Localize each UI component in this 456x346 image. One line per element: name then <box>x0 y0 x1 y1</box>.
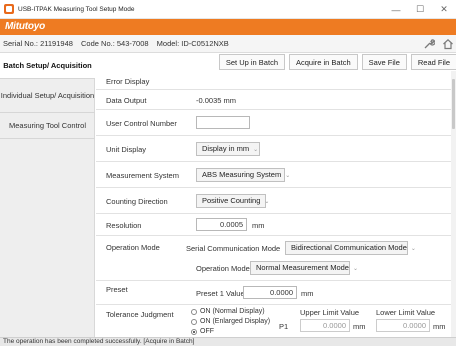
counting-direction-label: Counting Direction <box>106 197 168 206</box>
resolution-input[interactable]: 0.0005 <box>196 218 247 231</box>
op-mode-sub-label: Operation Mode <box>196 264 250 273</box>
chevron-down-icon: ⌄ <box>253 147 259 153</box>
tolerance-off-label: OFF <box>200 328 214 335</box>
sidebar-item-batch-setup[interactable]: Batch Setup/ Acquisition <box>0 53 95 79</box>
user-control-input[interactable] <box>196 116 250 129</box>
error-display-label: Error Display <box>106 77 150 86</box>
radio-unchecked-icon <box>191 318 197 325</box>
chevron-down-icon: ⌄ <box>410 246 416 252</box>
upper-limit-label: Upper Limit Value <box>300 308 360 317</box>
unit-display-label: Unit Display <box>106 145 147 154</box>
row-measurement-system: Measurement System ABS Measuring System ⌄ <box>96 162 451 188</box>
code-number: Code No.: 543-7008 <box>81 39 149 48</box>
measurement-system-value: ABS Measuring System <box>202 170 282 179</box>
set-up-in-batch-button[interactable]: Set Up in Batch <box>218 54 285 70</box>
device-info: Serial No.: 21191948 Code No.: 543-7008 … <box>3 39 235 48</box>
upper-limit-unit: mm <box>353 322 366 331</box>
resolution-label: Resolution <box>106 221 142 230</box>
serial-comm-mode-label: Serial Communication Mode <box>186 244 281 253</box>
row-operation-mode: Operation Mode Serial Communication Mode… <box>96 236 451 281</box>
scrollbar-thumb[interactable] <box>452 79 455 129</box>
tolerance-off-radio[interactable]: OFF <box>191 328 214 335</box>
measurement-system-select[interactable]: ABS Measuring System ⌄ <box>196 168 290 182</box>
toolbar: Set Up in Batch Acquire in Batch Save Fi… <box>96 53 456 71</box>
serial-number: Serial No.: 21191948 <box>3 39 73 48</box>
tolerance-label: Tolerance Judgment <box>106 310 174 319</box>
unit-display-value: Display in mm <box>202 144 250 153</box>
data-output-label: Data Output <box>106 96 147 105</box>
lower-limit-unit: mm <box>433 322 446 331</box>
window-controls: — ☐ ✕ <box>384 0 456 19</box>
sidebar-item-individual-setup[interactable]: Individual Setup/ Acquisition <box>0 79 95 113</box>
serial-comm-mode-value: Bidirectional Communication Mode <box>291 243 407 252</box>
measurement-system-label: Measurement System <box>106 171 179 180</box>
close-button[interactable]: ✕ <box>432 0 456 19</box>
row-tolerance: Tolerance Judgment ON (Normal Display) O… <box>96 305 451 337</box>
p1-label: P1 <box>279 322 289 331</box>
lower-limit-input[interactable]: 0.0000 <box>376 319 430 332</box>
chevron-down-icon: ⌄ <box>264 199 270 205</box>
row-user-control: User Control Number <box>96 110 451 136</box>
op-mode-select[interactable]: Normal Measurement Mode ⌄ <box>250 261 358 275</box>
preset-value-label: Preset 1 Value <box>196 289 245 298</box>
tolerance-on-enlarged-label: ON (Enlarged Display) <box>200 318 271 325</box>
user-control-label: User Control Number <box>106 119 177 128</box>
brand-logo: Mitutoyo <box>5 21 46 32</box>
preset-value-input[interactable]: 0.0000 <box>243 286 297 299</box>
row-counting-direction: Counting Direction Positive Counting ⌄ <box>96 188 451 214</box>
tolerance-on-normal-radio[interactable]: ON (Normal Display) <box>191 308 265 315</box>
model-number: Model: ID-C0512NXB <box>156 39 229 48</box>
tolerance-on-enlarged-radio[interactable]: ON (Enlarged Display) <box>191 318 270 325</box>
sidebar: Batch Setup/ Acquisition Individual Setu… <box>0 53 95 337</box>
unit-display-select[interactable]: Display in mm ⌄ <box>196 142 260 156</box>
home-icon[interactable] <box>441 37 454 50</box>
minimize-button[interactable]: — <box>384 0 408 19</box>
row-data-output: Data Output -0.0035 mm <box>96 90 451 110</box>
radio-unchecked-icon <box>191 308 197 315</box>
status-bar: The operation has been completed success… <box>0 337 456 346</box>
data-output-value: -0.0035 mm <box>196 96 237 105</box>
row-resolution: Resolution 0.0005 mm <box>96 214 451 236</box>
save-file-button[interactable]: Save File <box>361 54 407 70</box>
window-titlebar: USB-ITPAK Measuring Tool Setup Mode — ☐ … <box>0 0 456 19</box>
row-error-display: Error Display <box>96 71 451 90</box>
counting-direction-select[interactable]: Positive Counting ⌄ <box>196 194 270 208</box>
wrench-icon <box>424 38 435 48</box>
lower-limit-label: Lower Limit Value <box>376 308 436 317</box>
read-file-button[interactable]: Read File <box>410 54 456 70</box>
row-preset: Preset Preset 1 Value 0.0000 mm <box>96 281 451 305</box>
sidebar-item-tool-control[interactable]: Measuring Tool Control <box>0 113 95 139</box>
row-unit-display: Unit Display Display in mm ⌄ <box>96 136 451 162</box>
brand-bar: Mitutoyo <box>0 19 456 35</box>
chevron-down-icon: ⌄ <box>352 266 358 272</box>
preset-unit: mm <box>301 289 314 298</box>
serial-comm-mode-select[interactable]: Bidirectional Communication Mode ⌄ <box>285 241 416 255</box>
maximize-button[interactable]: ☐ <box>408 0 432 19</box>
app-icon <box>4 4 14 14</box>
settings-panel: Error Display Data Output -0.0035 mm Use… <box>96 71 451 337</box>
vertical-scrollbar[interactable] <box>451 71 456 337</box>
acquire-in-batch-button[interactable]: Acquire in Batch <box>289 54 358 70</box>
op-mode-value: Normal Measurement Mode <box>256 263 349 272</box>
radio-checked-icon <box>191 328 197 335</box>
tolerance-on-normal-label: ON (Normal Display) <box>200 308 265 315</box>
operation-mode-label: Operation Mode <box>106 243 160 252</box>
info-actions <box>422 37 454 50</box>
home-glyph-icon <box>442 38 453 49</box>
chevron-down-icon: ⌄ <box>285 173 291 179</box>
device-info-bar: Serial No.: 21191948 Code No.: 543-7008 … <box>0 35 456 53</box>
tool-icon[interactable] <box>422 37 435 50</box>
resolution-unit: mm <box>252 221 265 230</box>
window-title: USB-ITPAK Measuring Tool Setup Mode <box>18 5 135 13</box>
upper-limit-input[interactable]: 0.0000 <box>300 319 350 332</box>
counting-direction-value: Positive Counting <box>202 196 261 205</box>
preset-label: Preset <box>106 285 128 294</box>
